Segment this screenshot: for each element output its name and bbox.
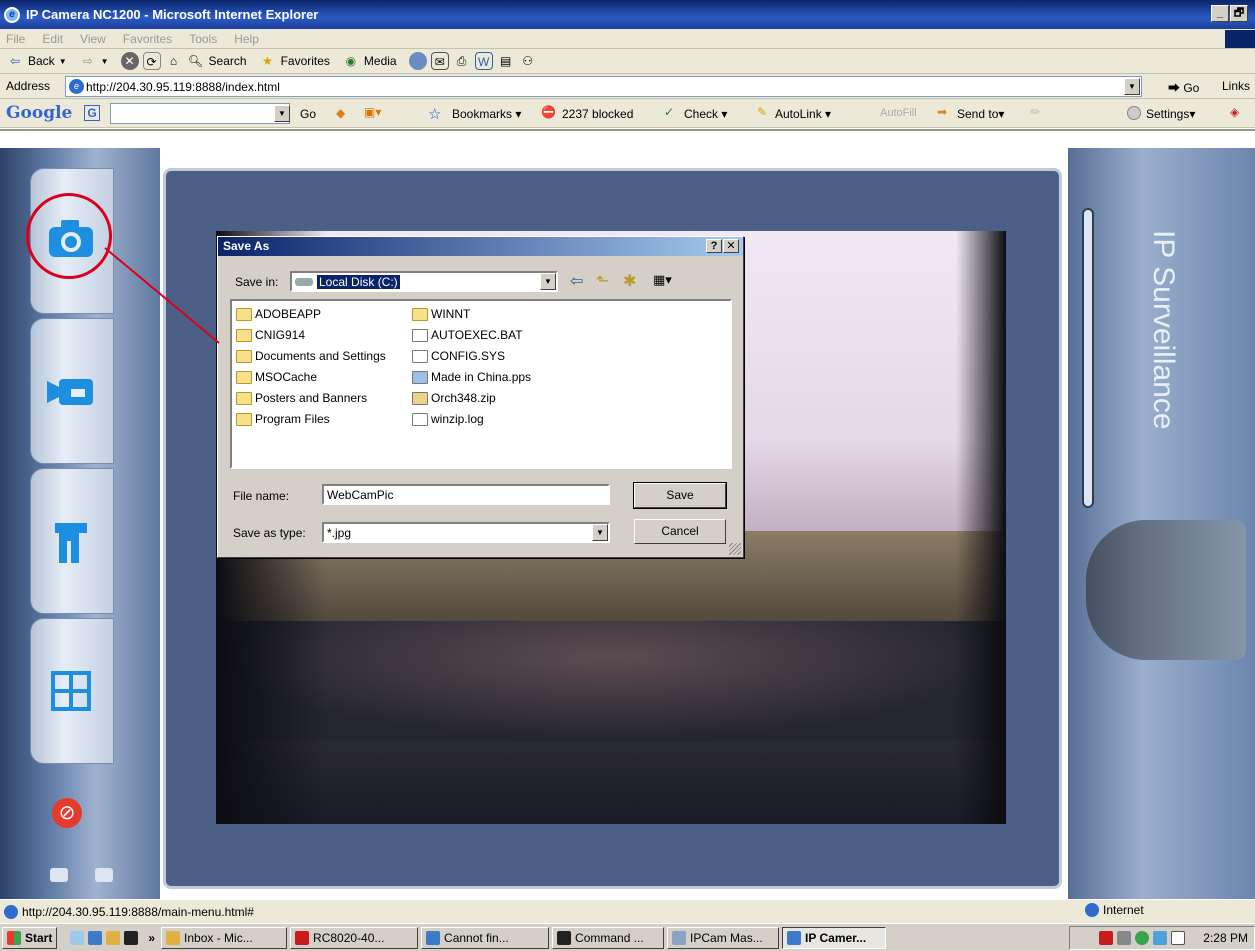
quicklaunch-outlook-icon[interactable]	[106, 930, 121, 945]
taskbar-label: Cannot fin...	[444, 930, 509, 945]
outlook-icon	[166, 930, 181, 945]
pdf-icon	[295, 930, 310, 945]
taskbar-item[interactable]: Command ...	[552, 926, 665, 949]
ipcam-icon	[672, 930, 687, 945]
status-bar: http://204.30.95.119:8888/main-menu.html…	[0, 899, 1255, 923]
taskbar-label: IP Camer...	[805, 930, 867, 945]
taskbar-label: Inbox - Mic...	[184, 930, 253, 945]
zone-label: Internet	[1103, 903, 1144, 917]
taskbar-item[interactable]: IPCam Mas...	[667, 926, 780, 949]
taskbar: Start » Inbox - Mic... RC8020-40... Cann…	[0, 923, 1255, 951]
status-url: http://204.30.95.119:8888/main-menu.html…	[22, 904, 254, 919]
antivirus-icon[interactable]	[1099, 931, 1114, 945]
volume-icon[interactable]	[1117, 931, 1132, 945]
annotation-overlay	[104, 247, 220, 344]
taskbar-item[interactable]: Inbox - Mic...	[161, 926, 288, 949]
taskbar-label: Command ...	[575, 930, 644, 945]
taskbar-item[interactable]: RC8020-40...	[290, 926, 419, 949]
quicklaunch-more-icon[interactable]: »	[148, 931, 155, 945]
ie-icon	[426, 930, 441, 945]
clock: 2:28 PM	[1203, 931, 1248, 945]
annotation-line	[104, 247, 220, 344]
security-zone: Internet	[1085, 903, 1144, 917]
mail-tray-icon[interactable]	[1171, 931, 1186, 945]
ie-icon	[787, 930, 802, 945]
network-icon[interactable]	[1135, 931, 1150, 945]
quicklaunch-cmd-icon[interactable]	[124, 930, 139, 945]
internet-globe-icon	[1085, 903, 1099, 917]
taskbar-item[interactable]: Cannot fin...	[421, 926, 550, 949]
quicklaunch-ie-icon[interactable]	[88, 930, 103, 945]
quicklaunch-desktop-icon[interactable]	[70, 930, 85, 945]
start-button[interactable]: Start	[2, 926, 58, 949]
windows-flag-icon	[7, 930, 21, 945]
page-icon	[4, 904, 18, 919]
start-label: Start	[25, 930, 53, 945]
messenger-tray-icon[interactable]	[1153, 931, 1168, 945]
cmd-icon	[557, 930, 572, 945]
taskbar-item-active[interactable]: IP Camer...	[782, 926, 887, 949]
system-tray: 2:28 PM	[1069, 926, 1255, 950]
taskbar-label: IPCam Mas...	[690, 930, 763, 945]
taskbar-label: RC8020-40...	[313, 930, 385, 945]
